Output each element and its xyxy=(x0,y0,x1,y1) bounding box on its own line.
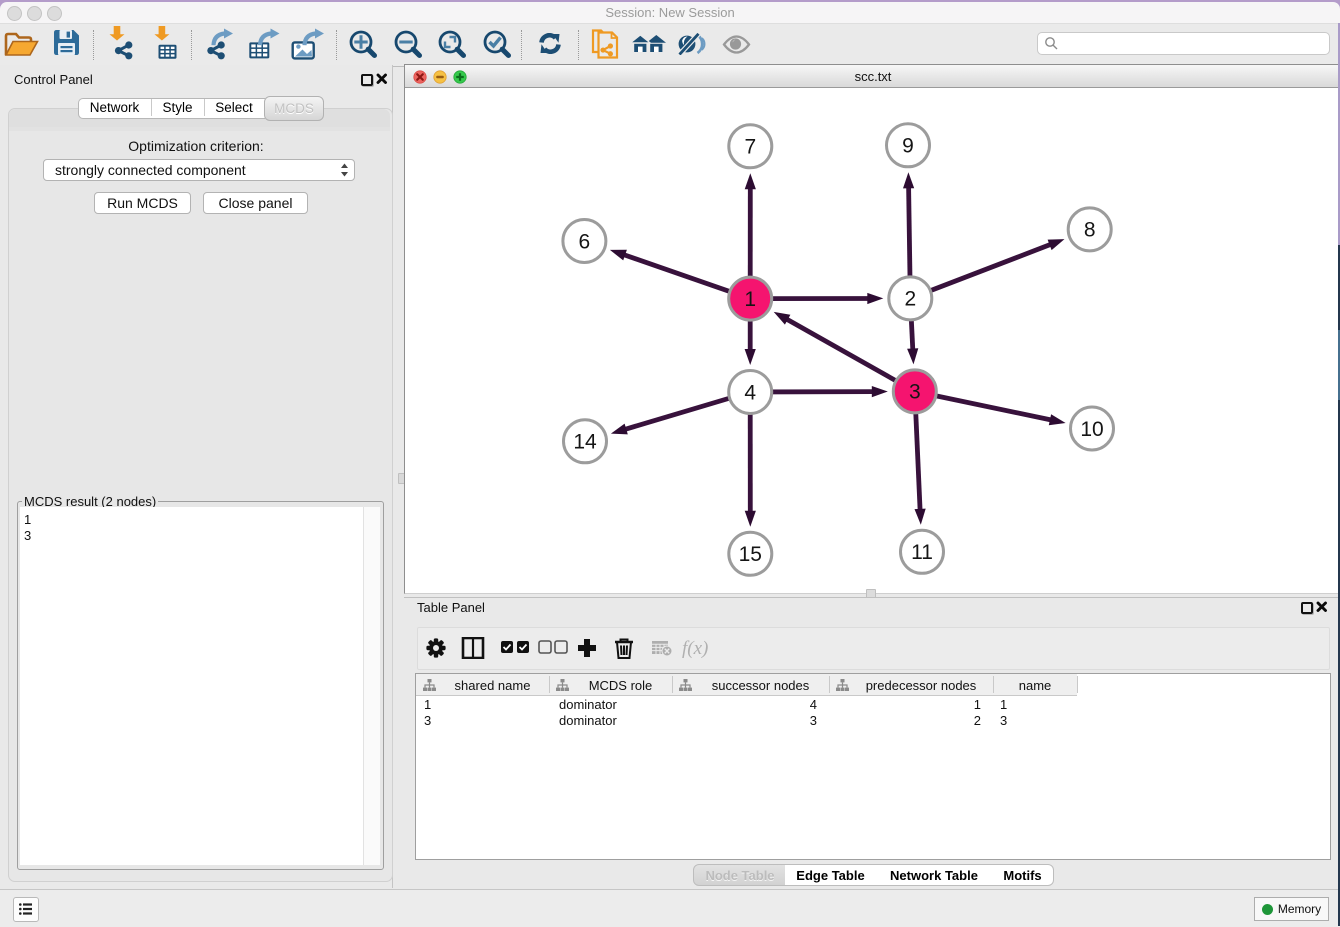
svg-text:7: 7 xyxy=(744,136,756,159)
svg-text:15: 15 xyxy=(739,543,762,566)
svg-text:8: 8 xyxy=(1084,219,1096,242)
svg-text:11: 11 xyxy=(911,541,933,564)
svg-text:3: 3 xyxy=(909,381,921,404)
svg-text:1: 1 xyxy=(744,288,756,311)
svg-text:4: 4 xyxy=(744,381,756,404)
svg-text:14: 14 xyxy=(573,431,597,454)
svg-text:2: 2 xyxy=(904,288,916,311)
svg-text:9: 9 xyxy=(902,135,914,158)
svg-text:f(x): f(x) xyxy=(682,638,708,659)
svg-text:10: 10 xyxy=(1080,418,1103,441)
svg-text:6: 6 xyxy=(579,230,591,253)
